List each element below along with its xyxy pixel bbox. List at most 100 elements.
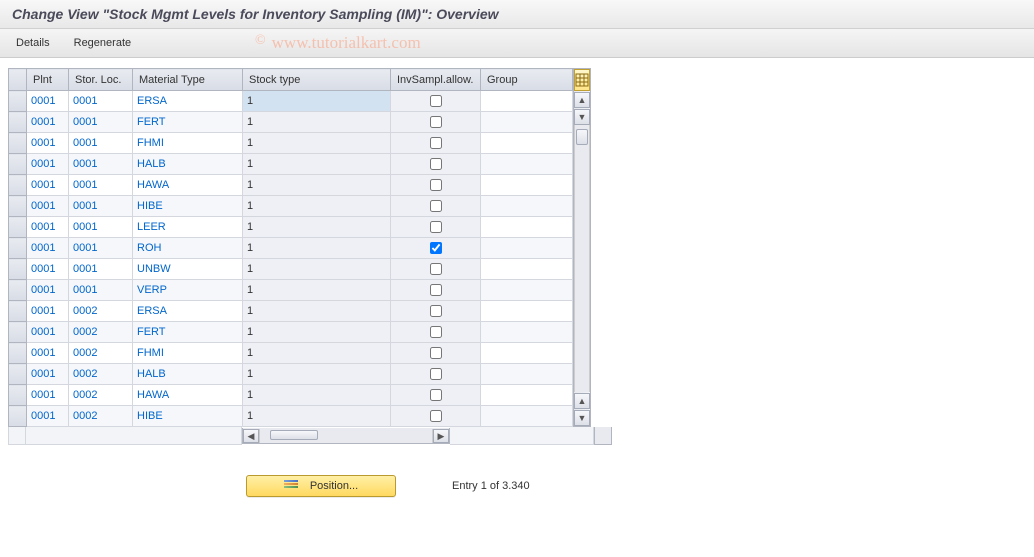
cell-plnt[interactable]: 0001 bbox=[27, 238, 69, 259]
cell-group[interactable] bbox=[481, 280, 573, 301]
cell-group[interactable] bbox=[481, 301, 573, 322]
row-selector[interactable] bbox=[9, 217, 27, 238]
scroll-track-horizontal[interactable] bbox=[259, 429, 433, 443]
cell-plnt[interactable]: 0001 bbox=[27, 175, 69, 196]
row-selector[interactable] bbox=[9, 343, 27, 364]
cell-plnt[interactable]: 0001 bbox=[27, 133, 69, 154]
invsampl-checkbox[interactable] bbox=[430, 95, 442, 107]
table-settings-button[interactable] bbox=[574, 69, 590, 91]
cell-plnt[interactable]: 0001 bbox=[27, 91, 69, 112]
cell-material-type[interactable]: HIBE bbox=[133, 196, 243, 217]
table-row[interactable]: 00010002ERSA1 bbox=[9, 301, 573, 322]
cell-material-type[interactable]: HALB bbox=[133, 364, 243, 385]
horizontal-scrollbar[interactable]: ◀ ▶ bbox=[242, 428, 450, 444]
vertical-scrollbar[interactable]: ▲ ▼ ▲ ▼ bbox=[573, 68, 591, 427]
table-row[interactable]: 00010001FHMI1 bbox=[9, 133, 573, 154]
cell-stor-loc[interactable]: 0001 bbox=[69, 175, 133, 196]
column-header-material-type[interactable]: Material Type bbox=[133, 69, 243, 91]
cell-group[interactable] bbox=[481, 175, 573, 196]
cell-stor-loc[interactable]: 0002 bbox=[69, 406, 133, 427]
table-row[interactable]: 00010001FERT1 bbox=[9, 112, 573, 133]
cell-plnt[interactable]: 0001 bbox=[27, 112, 69, 133]
invsampl-checkbox[interactable] bbox=[430, 389, 442, 401]
cell-plnt[interactable]: 0001 bbox=[27, 343, 69, 364]
row-selector[interactable] bbox=[9, 133, 27, 154]
scroll-left-button[interactable]: ◀ bbox=[243, 429, 259, 443]
position-button[interactable]: Position... bbox=[246, 475, 396, 497]
cell-material-type[interactable]: HIBE bbox=[133, 406, 243, 427]
row-selector[interactable] bbox=[9, 385, 27, 406]
scroll-down-button[interactable]: ▼ bbox=[574, 109, 590, 125]
invsampl-checkbox[interactable] bbox=[430, 116, 442, 128]
cell-group[interactable] bbox=[481, 217, 573, 238]
row-selector[interactable] bbox=[9, 91, 27, 112]
table-row[interactable]: 00010001ERSA1 bbox=[9, 91, 573, 112]
cell-material-type[interactable]: FHMI bbox=[133, 343, 243, 364]
cell-stock-type[interactable]: 1 bbox=[243, 238, 391, 259]
cell-stor-loc[interactable]: 0001 bbox=[69, 238, 133, 259]
row-selector[interactable] bbox=[9, 322, 27, 343]
table-row[interactable]: 00010001LEER1 bbox=[9, 217, 573, 238]
scroll-down-button-bottom[interactable]: ▼ bbox=[574, 410, 590, 426]
cell-plnt[interactable]: 0001 bbox=[27, 385, 69, 406]
row-selector[interactable] bbox=[9, 364, 27, 385]
cell-stor-loc[interactable]: 0001 bbox=[69, 217, 133, 238]
scroll-up-button[interactable]: ▲ bbox=[574, 92, 590, 108]
scroll-up-button-bottom[interactable]: ▲ bbox=[574, 393, 590, 409]
cell-stock-type[interactable]: 1 bbox=[243, 301, 391, 322]
column-header-stock-type[interactable]: Stock type bbox=[243, 69, 391, 91]
cell-group[interactable] bbox=[481, 322, 573, 343]
cell-stor-loc[interactable]: 0002 bbox=[69, 385, 133, 406]
cell-material-type[interactable]: ERSA bbox=[133, 91, 243, 112]
table-row[interactable]: 00010001VERP1 bbox=[9, 280, 573, 301]
cell-plnt[interactable]: 0001 bbox=[27, 217, 69, 238]
cell-stor-loc[interactable]: 0001 bbox=[69, 112, 133, 133]
row-selector[interactable] bbox=[9, 175, 27, 196]
cell-material-type[interactable]: HALB bbox=[133, 154, 243, 175]
cell-group[interactable] bbox=[481, 343, 573, 364]
scroll-track-vertical[interactable] bbox=[574, 125, 590, 392]
row-selector[interactable] bbox=[9, 112, 27, 133]
cell-plnt[interactable]: 0001 bbox=[27, 154, 69, 175]
cell-stock-type[interactable]: 1 bbox=[243, 175, 391, 196]
cell-material-type[interactable]: ERSA bbox=[133, 301, 243, 322]
column-header-plnt[interactable]: Plnt bbox=[27, 69, 69, 91]
cell-group[interactable] bbox=[481, 385, 573, 406]
cell-group[interactable] bbox=[481, 112, 573, 133]
cell-stor-loc[interactable]: 0001 bbox=[69, 280, 133, 301]
row-selector[interactable] bbox=[9, 238, 27, 259]
invsampl-checkbox[interactable] bbox=[430, 158, 442, 170]
table-row[interactable]: 00010001UNBW1 bbox=[9, 259, 573, 280]
cell-material-type[interactable]: FHMI bbox=[133, 133, 243, 154]
cell-group[interactable] bbox=[481, 364, 573, 385]
cell-material-type[interactable]: HAWA bbox=[133, 175, 243, 196]
column-header-group[interactable]: Group bbox=[481, 69, 573, 91]
cell-material-type[interactable]: UNBW bbox=[133, 259, 243, 280]
cell-material-type[interactable]: FERT bbox=[133, 112, 243, 133]
cell-group[interactable] bbox=[481, 406, 573, 427]
invsampl-checkbox[interactable] bbox=[430, 221, 442, 233]
cell-plnt[interactable]: 0001 bbox=[27, 406, 69, 427]
invsampl-checkbox[interactable] bbox=[430, 242, 442, 254]
table-row[interactable]: 00010002FHMI1 bbox=[9, 343, 573, 364]
table-row[interactable]: 00010002HIBE1 bbox=[9, 406, 573, 427]
cell-stor-loc[interactable]: 0001 bbox=[69, 154, 133, 175]
invsampl-checkbox[interactable] bbox=[430, 263, 442, 275]
invsampl-checkbox[interactable] bbox=[430, 179, 442, 191]
table-row[interactable]: 00010001ROH1 bbox=[9, 238, 573, 259]
cell-group[interactable] bbox=[481, 196, 573, 217]
cell-plnt[interactable]: 0001 bbox=[27, 364, 69, 385]
cell-stor-loc[interactable]: 0001 bbox=[69, 133, 133, 154]
row-selector[interactable] bbox=[9, 301, 27, 322]
table-row[interactable]: 00010001HIBE1 bbox=[9, 196, 573, 217]
cell-stock-type[interactable]: 1 bbox=[243, 196, 391, 217]
cell-stor-loc[interactable]: 0001 bbox=[69, 259, 133, 280]
column-header-invsampl[interactable]: InvSampl.allow. bbox=[391, 69, 481, 91]
cell-stor-loc[interactable]: 0002 bbox=[69, 364, 133, 385]
row-selector-header[interactable] bbox=[9, 69, 27, 91]
table-row[interactable]: 00010002FERT1 bbox=[9, 322, 573, 343]
row-selector[interactable] bbox=[9, 280, 27, 301]
invsampl-checkbox[interactable] bbox=[430, 284, 442, 296]
details-button[interactable]: Details bbox=[12, 35, 54, 51]
cell-plnt[interactable]: 0001 bbox=[27, 280, 69, 301]
